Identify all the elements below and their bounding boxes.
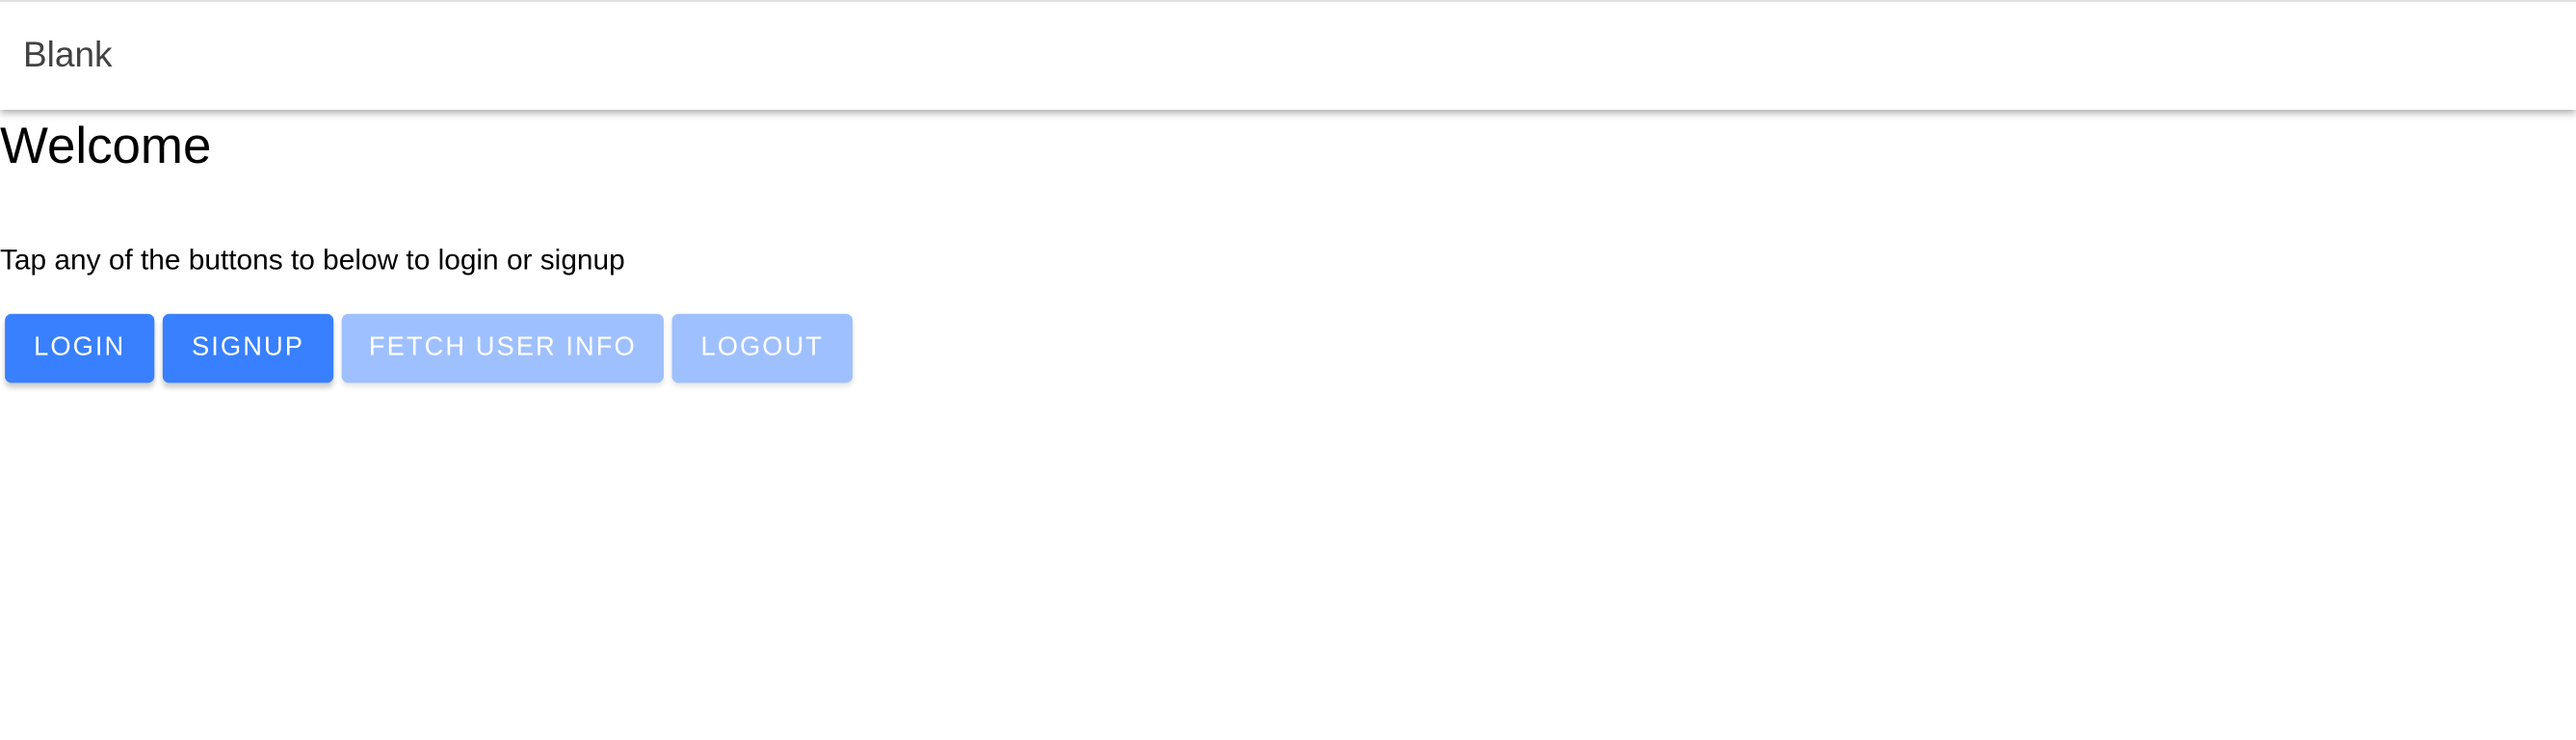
instructions-text: Tap any of the buttons to below to login… <box>0 242 625 277</box>
login-button[interactable]: LOGIN <box>5 313 155 383</box>
signup-button[interactable]: SIGNUP <box>162 313 334 383</box>
welcome-heading: Welcome <box>0 116 212 174</box>
logout-button: LOGOUT <box>671 313 854 383</box>
page-title: Blank <box>23 35 113 74</box>
fetch-user-info-button: FETCH USER INFO <box>341 313 664 383</box>
header-toolbar: Blank <box>0 0 2576 110</box>
